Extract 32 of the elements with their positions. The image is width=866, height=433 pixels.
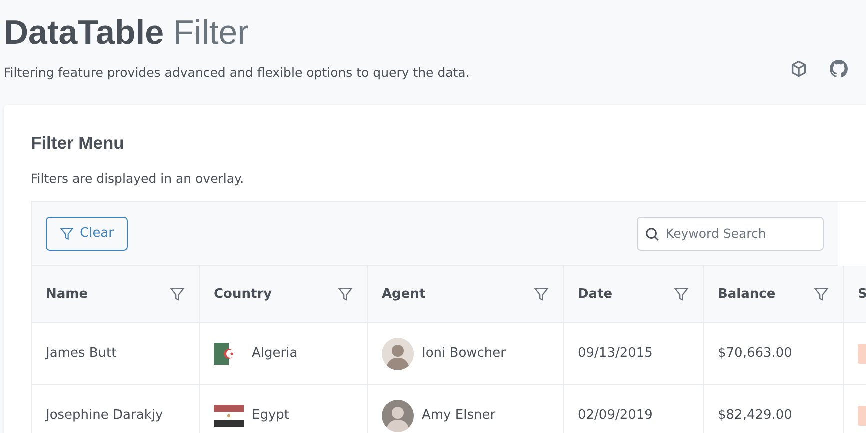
table-cell: $70,663.00 <box>718 346 792 361</box>
table-cell: 09/13/2015 <box>578 346 653 361</box>
filter-icon[interactable] <box>814 286 829 302</box>
avatar-icon <box>382 338 414 370</box>
page-title: DataTable Filter <box>4 13 250 54</box>
filter-icon[interactable] <box>674 286 689 302</box>
filter-icon[interactable] <box>170 286 185 302</box>
column-header: Name <box>46 286 88 302</box>
table-cell: Ioni Bowcher <box>422 346 506 361</box>
table-cell: Amy Elsner <box>422 408 496 423</box>
page-description: Filtering feature provides advanced and flexible options to query the data. <box>4 65 470 80</box>
table-cell: Algeria <box>252 346 298 361</box>
table-cell: $82,429.00 <box>718 408 792 423</box>
search-field[interactable]: Keyword Search <box>637 216 824 250</box>
table-cell: 02/09/2019 <box>578 408 653 423</box>
cube-icon[interactable] <box>790 60 808 78</box>
flag-icon <box>214 404 244 426</box>
column-header: Date <box>578 286 613 302</box>
filter-slash-icon[interactable] <box>60 226 74 240</box>
card-title: Filter Menu <box>31 133 126 154</box>
github-icon[interactable] <box>830 60 848 78</box>
table-cell: James Butt <box>46 346 117 361</box>
filter-icon[interactable] <box>534 286 549 302</box>
card-subtitle: Filters are displayed in an overlay. <box>31 171 246 186</box>
clear-button[interactable]: Clear <box>46 216 128 250</box>
column-header: Country <box>214 286 272 302</box>
column-header: Balance <box>718 286 776 302</box>
filter-icon[interactable] <box>338 286 353 302</box>
table-cell: Egypt <box>252 408 290 423</box>
avatar-icon <box>382 400 414 432</box>
column-header: Agent <box>382 286 426 302</box>
table-cell: Josephine Darakjy <box>46 408 164 423</box>
